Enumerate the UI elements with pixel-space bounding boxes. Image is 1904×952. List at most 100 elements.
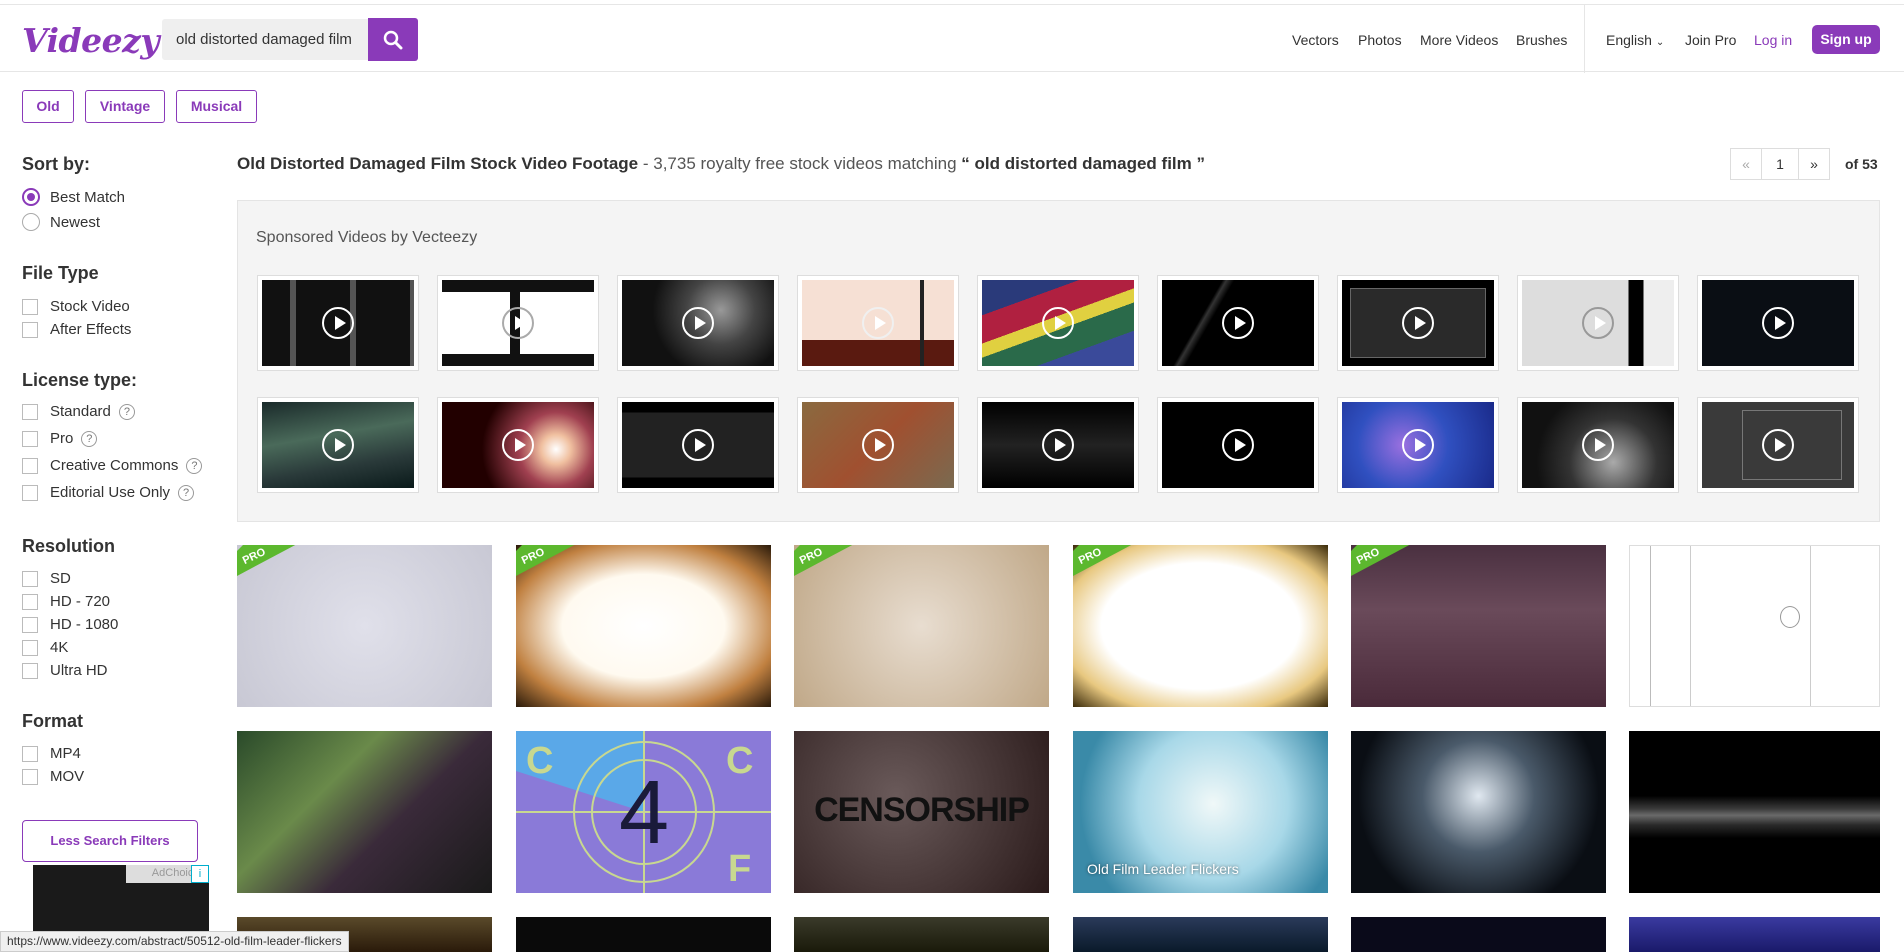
checkbox-mov[interactable] (22, 769, 38, 785)
site-logo[interactable]: Videezy (22, 21, 160, 60)
pro-badge: PRO (516, 545, 575, 576)
help-icon[interactable]: ? (81, 431, 98, 447)
tag-old[interactable]: Old (22, 90, 74, 123)
format-heading: Format (22, 711, 84, 731)
svg-text:F: F (728, 848, 751, 890)
adchoices-icon[interactable]: i (191, 865, 209, 883)
play-icon (1222, 429, 1254, 461)
checkbox-hd-1080[interactable] (22, 617, 38, 633)
sponsored-thumb[interactable] (437, 397, 599, 493)
help-icon[interactable]: ? (186, 458, 203, 474)
sponsored-thumb[interactable] (977, 397, 1139, 493)
pro-badge: PRO (1073, 545, 1132, 576)
play-icon (322, 429, 354, 461)
checkbox-ultra-hd[interactable] (22, 663, 38, 679)
help-icon[interactable]: ? (118, 404, 135, 420)
sponsored-thumb[interactable] (1157, 275, 1319, 371)
license-heading: License type: (22, 370, 138, 390)
nav-more-videos[interactable]: More Videos (1420, 32, 1498, 48)
signup-button[interactable]: Sign up (1812, 25, 1880, 54)
checkbox-creative-commons[interactable] (22, 458, 38, 474)
pager-next-button[interactable]: » (1798, 148, 1830, 180)
language-selector[interactable]: English ⌄ (1606, 32, 1664, 48)
video-tile[interactable] (1351, 917, 1606, 952)
nav-brushes[interactable]: Brushes (1516, 32, 1567, 48)
video-tile[interactable] (1629, 731, 1880, 893)
sponsored-thumb[interactable] (1517, 397, 1679, 493)
sponsored-thumb[interactable] (257, 397, 419, 493)
site-header: Videezy old distorted damaged film Vecto… (0, 4, 1904, 73)
play-icon (682, 307, 714, 339)
checkbox-standard[interactable] (22, 404, 38, 420)
checkbox-sd[interactable] (22, 571, 38, 587)
video-tile[interactable]: PRO (794, 545, 1049, 707)
sponsored-thumb[interactable] (1337, 275, 1499, 371)
checkbox-pro[interactable] (22, 431, 38, 447)
video-tile[interactable]: 4 C C F (516, 731, 771, 893)
sponsored-thumb[interactable] (617, 397, 779, 493)
sponsored-thumb[interactable] (1517, 275, 1679, 371)
play-icon (1762, 429, 1794, 461)
svg-text:C: C (526, 740, 553, 782)
checkbox-4k[interactable] (22, 640, 38, 656)
pager-total: of 53 (1845, 156, 1878, 172)
video-tile[interactable]: Old Film Leader Flickers (1073, 731, 1328, 893)
sponsored-thumb[interactable] (797, 275, 959, 371)
video-tile[interactable] (237, 731, 492, 893)
video-tile[interactable]: PRO (516, 545, 771, 707)
pager-page-input[interactable]: 1 (1761, 148, 1799, 180)
less-search-filters-button[interactable]: Less Search Filters (22, 820, 198, 862)
pager-prev-button[interactable]: « (1730, 148, 1762, 180)
sponsored-thumb[interactable] (437, 275, 599, 371)
video-tile[interactable]: PRO (1351, 545, 1606, 707)
video-tile[interactable] (516, 917, 771, 952)
play-icon (502, 429, 534, 461)
search-button[interactable] (368, 18, 418, 61)
nav-photos[interactable]: Photos (1358, 32, 1402, 48)
checkbox-mp4[interactable] (22, 746, 38, 762)
radio-newest[interactable] (22, 213, 40, 231)
nav-vectors[interactable]: Vectors (1292, 32, 1339, 48)
video-tile[interactable]: PRO (237, 545, 492, 707)
language-label: English (1606, 32, 1652, 48)
video-tile[interactable]: PRO (1073, 545, 1328, 707)
sponsored-thumb[interactable] (1697, 275, 1859, 371)
video-tile[interactable] (1073, 917, 1328, 952)
play-icon (862, 307, 894, 339)
login-link[interactable]: Log in (1754, 32, 1792, 48)
sponsored-thumb[interactable] (1697, 397, 1859, 493)
sponsored-thumb[interactable] (797, 397, 959, 493)
video-tile[interactable] (1629, 917, 1880, 952)
checkbox-after-effects[interactable] (22, 322, 38, 338)
file-type-heading: File Type (22, 263, 99, 283)
countdown-graphic: 4 C C F (516, 731, 771, 893)
resolution-heading: Resolution (22, 536, 115, 556)
search-input[interactable]: old distorted damaged film (162, 19, 368, 60)
play-icon (1582, 429, 1614, 461)
sponsored-thumb[interactable] (617, 275, 779, 371)
sponsored-thumb[interactable] (257, 275, 419, 371)
results-query: “ old distorted damaged film ” (961, 154, 1205, 173)
tile-censorship-text: CENSORSHIP (814, 791, 1030, 829)
radio-best-match[interactable] (22, 188, 40, 206)
tag-musical[interactable]: Musical (176, 90, 257, 123)
tile-caption: Old Film Leader Flickers (1087, 861, 1239, 877)
sponsored-thumb[interactable] (1157, 397, 1319, 493)
play-icon (862, 429, 894, 461)
sponsored-thumb[interactable] (1337, 397, 1499, 493)
join-pro-link[interactable]: Join Pro (1685, 32, 1736, 48)
help-icon[interactable]: ? (178, 485, 195, 501)
nav-divider (1584, 5, 1585, 73)
tag-vintage[interactable]: Vintage (85, 90, 165, 123)
sponsored-title: Sponsored Videos by Vecteezy (256, 229, 478, 246)
video-tile[interactable] (1351, 731, 1606, 893)
sponsored-thumb[interactable] (977, 275, 1139, 371)
video-tile[interactable]: CENSORSHIP (794, 731, 1049, 893)
checkbox-hd-720[interactable] (22, 594, 38, 610)
video-tile[interactable] (1629, 545, 1880, 707)
play-icon (1762, 307, 1794, 339)
video-tile[interactable] (794, 917, 1049, 952)
pro-badge: PRO (794, 545, 853, 576)
checkbox-editorial[interactable] (22, 485, 38, 501)
checkbox-stock-video[interactable] (22, 299, 38, 315)
